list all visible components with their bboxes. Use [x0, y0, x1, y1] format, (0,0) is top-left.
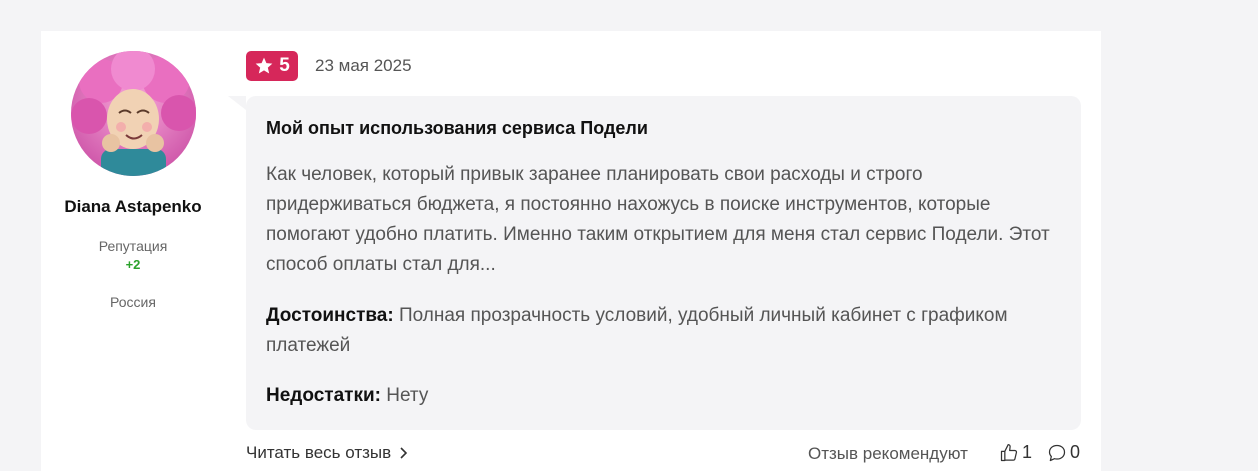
like-button[interactable]: 1 — [999, 442, 1032, 463]
review-bubble: Мой опыт использования сервиса Подели Ка… — [228, 96, 1081, 430]
author-name[interactable]: Diana Astapenko — [41, 197, 225, 217]
pros-label: Достоинства: — [266, 305, 394, 326]
comment-icon — [1048, 444, 1066, 461]
reputation-value: +2 — [125, 257, 141, 272]
comments-count: 0 — [1070, 442, 1081, 462]
review-body: Как человек, который привык заранее план… — [266, 164, 1050, 275]
read-more-link[interactable]: Читать весь отзыв — [246, 443, 409, 463]
review-date: 23 мая 2025 — [315, 56, 412, 75]
reputation-label: Репутация — [98, 238, 168, 254]
chevron-right-icon — [400, 447, 408, 459]
avatar[interactable] — [71, 51, 196, 176]
rating-badge: 5 — [246, 51, 298, 81]
review-title[interactable]: Мой опыт использования сервиса Подели — [266, 118, 648, 139]
cons-text: Нету — [386, 385, 429, 406]
comments-button[interactable]: 0 — [1047, 442, 1080, 463]
cons-label: Недостатки: — [266, 385, 381, 406]
thumbs-up-icon — [1000, 443, 1018, 461]
likes-count: 1 — [1022, 442, 1033, 462]
rating-value: 5 — [279, 55, 290, 76]
review-cons: Недостатки: Нету — [266, 381, 1056, 411]
recommend-label: Отзыв рекомендуют — [808, 444, 968, 463]
review-pros: Достоинства: Полная прозрачность условий… — [266, 301, 1056, 361]
read-more-label: Читать весь отзыв — [246, 443, 392, 462]
bubble-tail — [228, 96, 246, 110]
star-icon — [255, 57, 273, 74]
avatar-image — [71, 51, 196, 176]
review-card: Diana Astapenko Репутация +2 Россия 5 23… — [41, 31, 1101, 471]
author-country: Россия — [110, 294, 156, 310]
